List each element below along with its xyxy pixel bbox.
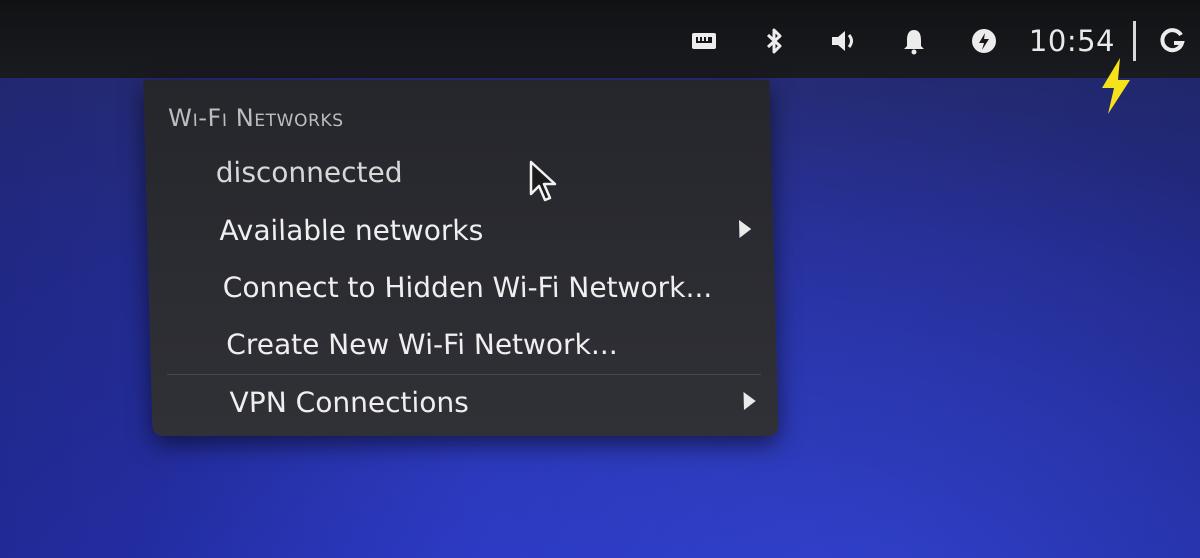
wifi-status-label: disconnected <box>215 155 403 189</box>
menu-item-vpn-connections[interactable]: VPN Connections <box>151 374 778 430</box>
menu-item-create-new-network[interactable]: Create New Wi-Fi Network... <box>150 316 777 372</box>
session-g-icon[interactable] <box>1152 20 1194 62</box>
network-wired-icon[interactable] <box>683 20 725 62</box>
charging-bolt-icon <box>1102 58 1130 114</box>
vpn-connections-label: VPN Connections <box>229 385 470 419</box>
mouse-pointer-icon <box>529 160 557 202</box>
create-new-network-label: Create New Wi-Fi Network... <box>225 327 618 361</box>
menu-item-available-networks[interactable]: Available networks <box>147 202 774 258</box>
notification-bell-icon[interactable] <box>893 20 935 62</box>
submenu-arrow-icon <box>743 392 756 410</box>
wifi-networks-menu: Wi-Fi Networks disconnected Available ne… <box>143 80 779 436</box>
top-panel: 10:54 <box>0 0 1200 78</box>
connect-hidden-network-label: Connect to Hidden Wi-Fi Network... <box>222 270 713 304</box>
volume-icon[interactable] <box>823 20 865 62</box>
tray-separator <box>1133 21 1136 61</box>
bluetooth-icon[interactable] <box>753 20 795 62</box>
submenu-arrow-icon <box>739 220 752 238</box>
menu-section-title: Wi-Fi Networks <box>167 104 344 132</box>
power-status-icon[interactable] <box>963 20 1005 62</box>
available-networks-label: Available networks <box>218 213 484 247</box>
clock[interactable]: 10:54 <box>1029 24 1115 58</box>
wifi-status: disconnected <box>145 144 772 200</box>
menu-item-connect-hidden-network[interactable]: Connect to Hidden Wi-Fi Network... <box>148 259 775 315</box>
